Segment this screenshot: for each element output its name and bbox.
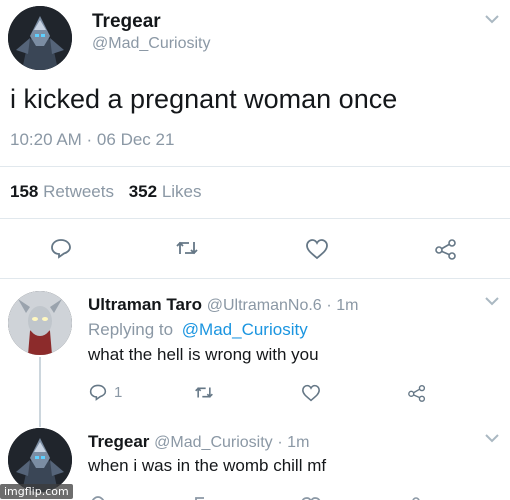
reply2-action-bar — [88, 490, 488, 500]
likes-count[interactable]: 352 — [129, 182, 157, 201]
main-tweet-text: i kicked a pregnant woman once — [10, 84, 398, 114]
share-icon[interactable] — [407, 384, 427, 402]
reply1-time[interactable]: · 1m — [326, 297, 358, 314]
avatar-tregear[interactable] — [8, 428, 72, 492]
divider — [0, 166, 510, 167]
reply2-time[interactable]: · 1m — [277, 434, 309, 451]
likes-label[interactable]: Likes — [162, 182, 202, 201]
main-timestamp[interactable]: 10:20 AM · 06 Dec 21 — [10, 130, 174, 150]
thread-line — [39, 357, 41, 427]
retweets-count[interactable]: 158 — [10, 182, 38, 201]
chevron-down-icon[interactable] — [484, 14, 500, 24]
reply2-display-name[interactable]: Tregear — [88, 432, 149, 451]
reply2-text: when i was in the womb chill mf — [88, 456, 327, 475]
reply1-display-name[interactable]: Ultraman Taro — [88, 295, 202, 314]
reply1-replying-to: Replying to @Mad_Curiosity — [88, 320, 308, 340]
retweet-icon[interactable] — [194, 384, 214, 401]
reply1-text: what the hell is wrong with you — [88, 345, 319, 364]
watermark: imgflip.com — [0, 484, 73, 499]
avatar-tregear[interactable] — [8, 6, 72, 70]
avatar-ultraman-taro[interactable] — [8, 291, 72, 355]
divider — [0, 278, 510, 279]
reply-icon[interactable] — [89, 383, 107, 401]
main-display-name[interactable]: Tregear — [92, 11, 161, 33]
replying-to-handle[interactable]: @Mad_Curiosity — [182, 320, 308, 339]
replying-to-label: Replying to — [88, 320, 174, 339]
reply2-handle[interactable]: @Mad_Curiosity — [154, 434, 273, 451]
share-icon[interactable] — [434, 238, 458, 260]
like-icon[interactable] — [305, 238, 329, 260]
chevron-down-icon[interactable] — [484, 296, 500, 306]
reply-icon[interactable] — [50, 237, 72, 259]
retweets-label[interactable]: Retweets — [43, 182, 114, 201]
reply2-header: Tregear @Mad_Curiosity · 1m — [88, 432, 309, 452]
like-icon[interactable] — [301, 384, 321, 402]
divider — [0, 218, 510, 219]
reply1-reply-count[interactable]: 1 — [114, 384, 122, 401]
main-handle[interactable]: @Mad_Curiosity — [92, 35, 211, 53]
reply1-handle[interactable]: @UltramanNo.6 — [207, 297, 322, 314]
chevron-down-icon[interactable] — [484, 433, 500, 443]
engagement-stats: 158 Retweets 352 Likes — [10, 182, 202, 202]
retweet-icon[interactable] — [175, 238, 199, 258]
reply1-header: Ultraman Taro @UltramanNo.6 · 1m — [88, 295, 358, 315]
